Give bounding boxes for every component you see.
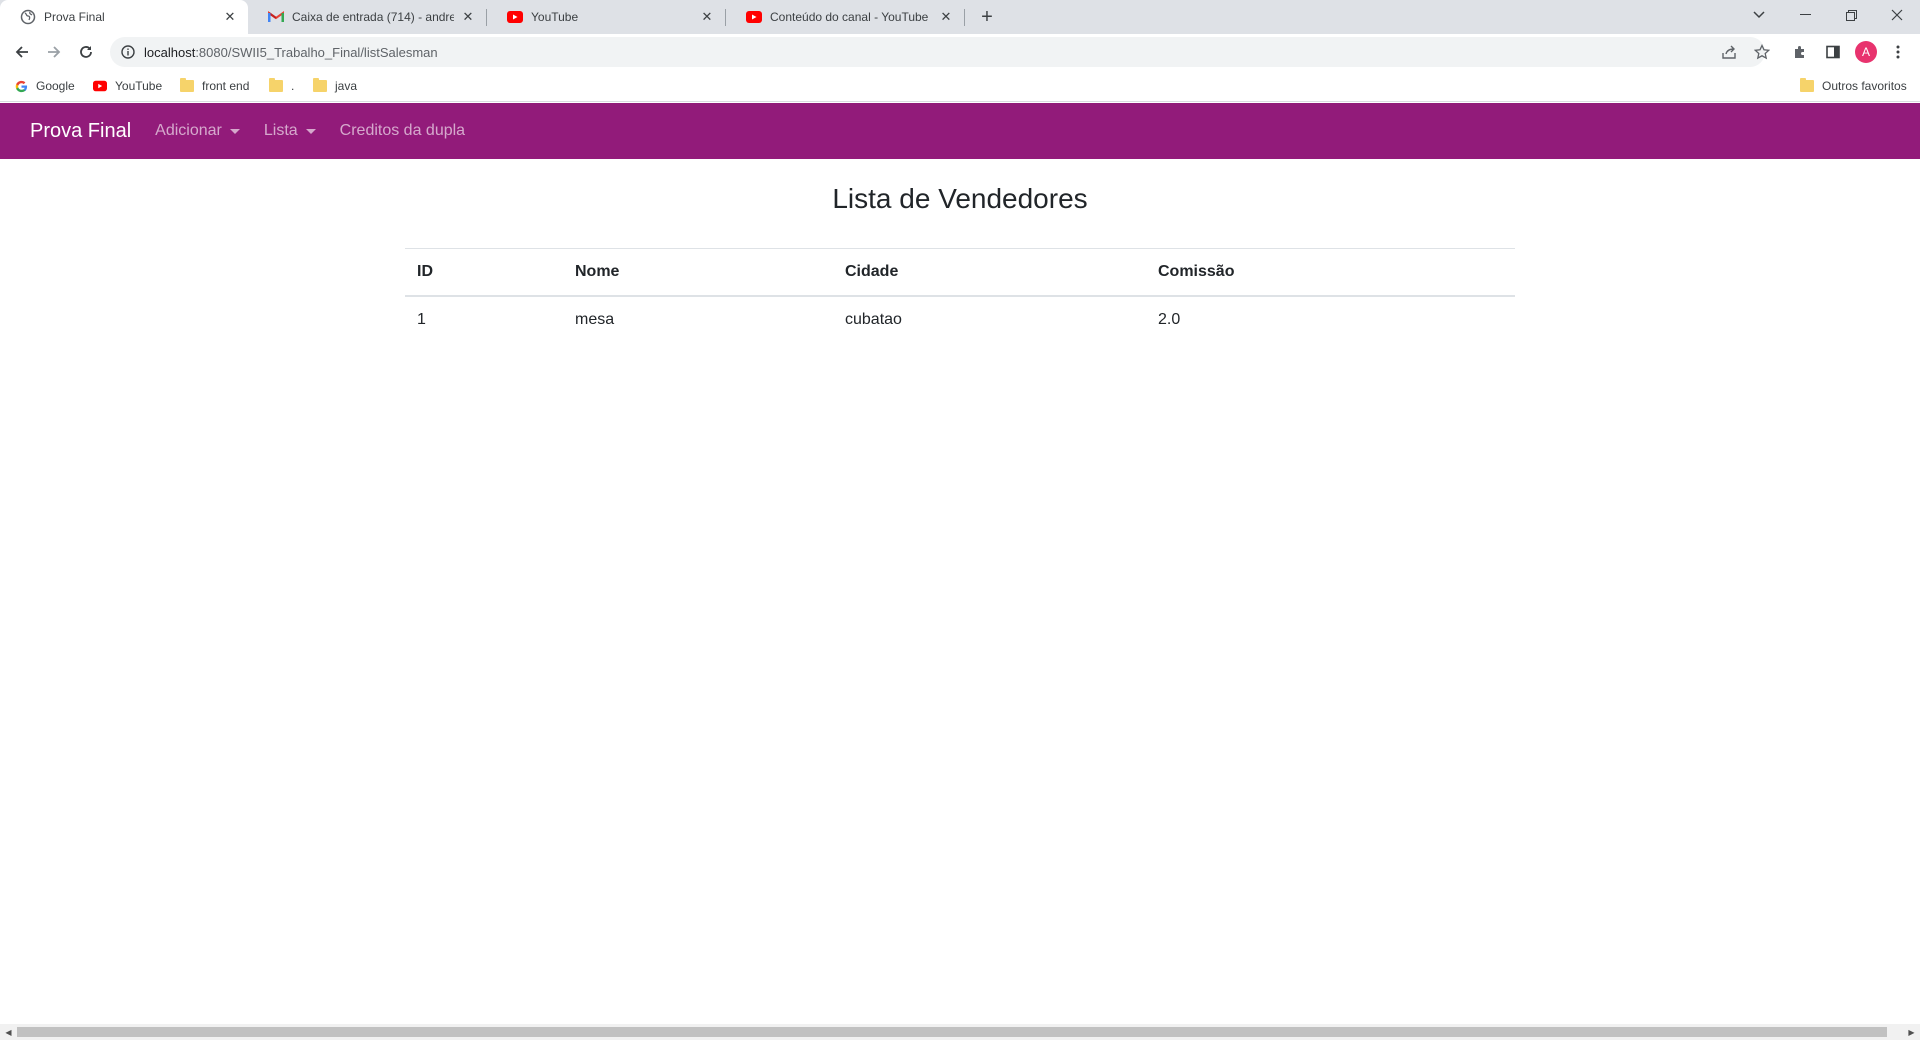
scroll-right-arrow-icon[interactable]: ▶ xyxy=(1903,1024,1920,1040)
back-arrow-icon[interactable] xyxy=(8,38,36,66)
profile-avatar[interactable]: A xyxy=(1855,41,1877,63)
share-icon[interactable] xyxy=(1715,38,1743,66)
folder-icon xyxy=(180,78,194,93)
tab-separator xyxy=(964,9,965,26)
bookmark-other-favorites[interactable]: Outros favoritos xyxy=(1800,76,1907,96)
browser-tab-prova-final[interactable]: Prova Final ✕ xyxy=(0,0,248,34)
tab-title: Conteúdo do canal - YouTube St xyxy=(770,10,932,24)
address-bar[interactable]: localhost:8080/SWII5_Trabalho_Final/list… xyxy=(110,37,1765,67)
site-info-icon[interactable] xyxy=(120,44,136,60)
bookmark-folder-dot[interactable]: . xyxy=(269,76,294,96)
bookmarks-bar: Google YouTube front end . java Outros f… xyxy=(0,70,1920,102)
nav-link-label: Adicionar xyxy=(155,122,222,139)
bookmark-label: Outros favoritos xyxy=(1822,79,1907,93)
column-header-cidade: Cidade xyxy=(833,248,1146,297)
url-path: :8080/SWII5_Trabalho_Final/listSalesman xyxy=(195,44,438,60)
new-tab-plus-icon[interactable]: + xyxy=(976,6,998,28)
more-menu-icon[interactable] xyxy=(1884,38,1912,66)
extensions-puzzle-icon[interactable] xyxy=(1786,38,1814,66)
bookmark-folder-front-end[interactable]: front end xyxy=(180,76,249,96)
cell-nome: mesa xyxy=(575,311,615,328)
close-icon[interactable]: ✕ xyxy=(222,9,238,25)
bookmark-label: front end xyxy=(202,79,250,93)
nav-dropdown-lista[interactable]: Lista xyxy=(264,122,316,140)
browser-tab-strip: Prova Final ✕ Caixa de entrada (714) - a… xyxy=(0,0,1920,34)
table-header-row: ID Nome Cidade Comissão xyxy=(405,248,1515,297)
close-icon[interactable]: ✕ xyxy=(460,9,476,25)
bookmark-google[interactable]: Google xyxy=(14,76,75,96)
browser-toolbar: localhost:8080/SWII5_Trabalho_Final/list… xyxy=(0,34,1920,70)
tab-title: Prova Final xyxy=(44,10,105,24)
forward-arrow-icon[interactable] xyxy=(40,38,68,66)
column-header-id: ID xyxy=(405,248,563,297)
minimize-icon[interactable] xyxy=(1782,0,1828,30)
globe-icon xyxy=(20,9,36,25)
browser-tab-youtube[interactable]: YouTube ✕ xyxy=(487,0,725,34)
close-window-icon[interactable] xyxy=(1874,0,1920,30)
tab-title: YouTube xyxy=(531,10,579,24)
salesman-table: ID Nome Cidade Comissão 1 mesa cubatao 2… xyxy=(405,248,1515,343)
close-icon[interactable]: ✕ xyxy=(938,9,954,25)
bookmark-folder-java[interactable]: java xyxy=(313,76,357,96)
page-title: Lista de Vendedores xyxy=(832,183,1088,214)
tab-title: Caixa de entrada (714) - andreza xyxy=(292,10,454,24)
cell-id: 1 xyxy=(417,311,426,328)
caret-down-icon xyxy=(229,128,240,134)
scroll-left-arrow-icon[interactable]: ◀ xyxy=(0,1024,17,1040)
app-navbar: Prova Final Adicionar Lista Creditos da … xyxy=(0,103,1920,159)
column-header-nome: Nome xyxy=(563,248,833,297)
nav-link-label: Lista xyxy=(263,122,298,139)
cell-cidade: cubatao xyxy=(845,311,902,328)
restore-icon[interactable] xyxy=(1828,0,1874,30)
bookmark-youtube[interactable]: YouTube xyxy=(93,76,162,96)
url-host: localhost xyxy=(144,44,196,60)
folder-icon xyxy=(313,78,327,93)
nav-link-label: Creditos da dupla xyxy=(339,122,466,139)
navbar-brand[interactable]: Prova Final xyxy=(30,120,131,143)
folder-icon xyxy=(269,78,283,93)
youtube-icon xyxy=(93,79,107,93)
horizontal-scrollbar[interactable]: ◀ ▶ xyxy=(0,1024,1920,1040)
reload-icon[interactable] xyxy=(72,38,100,66)
folder-icon xyxy=(1800,78,1814,93)
nav-dropdown-adicionar[interactable]: Adicionar xyxy=(155,122,240,140)
close-icon[interactable]: ✕ xyxy=(699,9,715,25)
google-icon xyxy=(14,79,28,93)
youtube-icon xyxy=(746,9,762,25)
cell-comissao: 2.0 xyxy=(1158,311,1181,328)
bookmark-label: . xyxy=(291,79,295,93)
scrollbar-thumb[interactable] xyxy=(17,1027,1887,1037)
bookmark-star-icon[interactable] xyxy=(1748,38,1776,66)
table-row: 1 mesa cubatao 2.0 xyxy=(405,296,1515,343)
bookmark-label: java xyxy=(335,79,358,93)
side-panel-icon[interactable] xyxy=(1819,38,1847,66)
youtube-icon xyxy=(507,9,523,25)
url-text: localhost:8080/SWII5_Trabalho_Final/list… xyxy=(144,45,438,60)
caret-down-icon xyxy=(305,128,316,134)
bookmark-label: Google xyxy=(36,79,75,93)
browser-tab-gmail[interactable]: Caixa de entrada (714) - andreza ✕ xyxy=(248,0,486,34)
browser-tab-youtube-studio[interactable]: Conteúdo do canal - YouTube St ✕ xyxy=(726,0,964,34)
bookmark-label: YouTube xyxy=(115,79,163,93)
column-header-comissao: Comissão xyxy=(1146,248,1515,297)
gmail-icon xyxy=(268,9,284,25)
tab-search-chevron-down-icon[interactable] xyxy=(1736,0,1782,30)
nav-link-creditos[interactable]: Creditos da dupla xyxy=(340,122,465,140)
